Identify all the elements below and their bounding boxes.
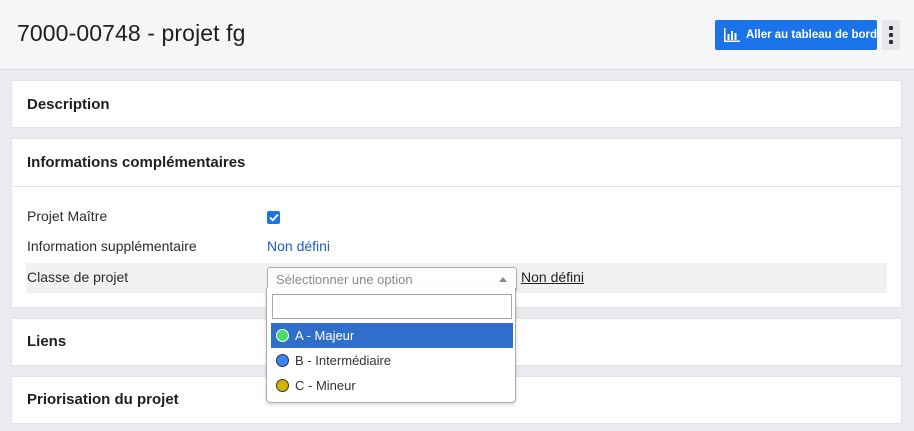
option-c-label: C - Mineur <box>295 378 356 393</box>
option-b-label: B - Intermédiaire <box>295 353 392 368</box>
priorisation-title: Priorisation du projet <box>27 391 179 408</box>
classe-dropdown: A - Majeur B - Intermédiaire C - Mineur <box>266 288 516 403</box>
caret-up-icon <box>499 277 507 282</box>
classe-select-placeholder: Sélectionner une option <box>276 272 413 287</box>
bar-chart-icon <box>724 28 740 42</box>
kebab-menu-icon[interactable] <box>882 20 900 50</box>
option-a[interactable]: A - Majeur <box>271 323 513 348</box>
dropdown-search-input[interactable] <box>272 294 512 319</box>
option-b-color-dot <box>276 354 289 367</box>
dashboard-button-label: Aller au tableau de bord <box>746 29 877 41</box>
description-title: Description <box>27 96 110 113</box>
projet-maitre-label: Projet Maître <box>27 208 108 224</box>
liens-title: Liens <box>27 333 67 350</box>
option-a-color-dot <box>276 329 289 342</box>
classe-value-link[interactable]: Non défini <box>521 269 584 285</box>
option-a-label: A - Majeur <box>295 328 355 343</box>
divider <box>12 186 901 187</box>
option-c[interactable]: C - Mineur <box>271 373 513 398</box>
page-header: 7000-00748 - projet fg Aller au tableau … <box>0 0 914 70</box>
classe-select[interactable]: Sélectionner une option <box>267 267 517 290</box>
projet-maitre-checkbox[interactable] <box>267 211 280 224</box>
option-c-color-dot <box>276 379 289 392</box>
info-panel: Informations complémentaires Projet Maît… <box>11 138 902 308</box>
dashboard-button[interactable]: Aller au tableau de bord <box>715 20 877 50</box>
option-b[interactable]: B - Intermédiaire <box>271 348 513 373</box>
info-title: Informations complémentaires <box>27 154 246 171</box>
info-supp-value[interactable]: Non défini <box>267 238 330 254</box>
page-title: 7000-00748 - projet fg <box>17 20 246 46</box>
description-panel[interactable]: Description <box>11 80 902 128</box>
info-supp-label: Information supplémentaire <box>27 238 197 254</box>
classe-label: Classe de projet <box>27 269 129 285</box>
check-icon <box>268 213 279 222</box>
